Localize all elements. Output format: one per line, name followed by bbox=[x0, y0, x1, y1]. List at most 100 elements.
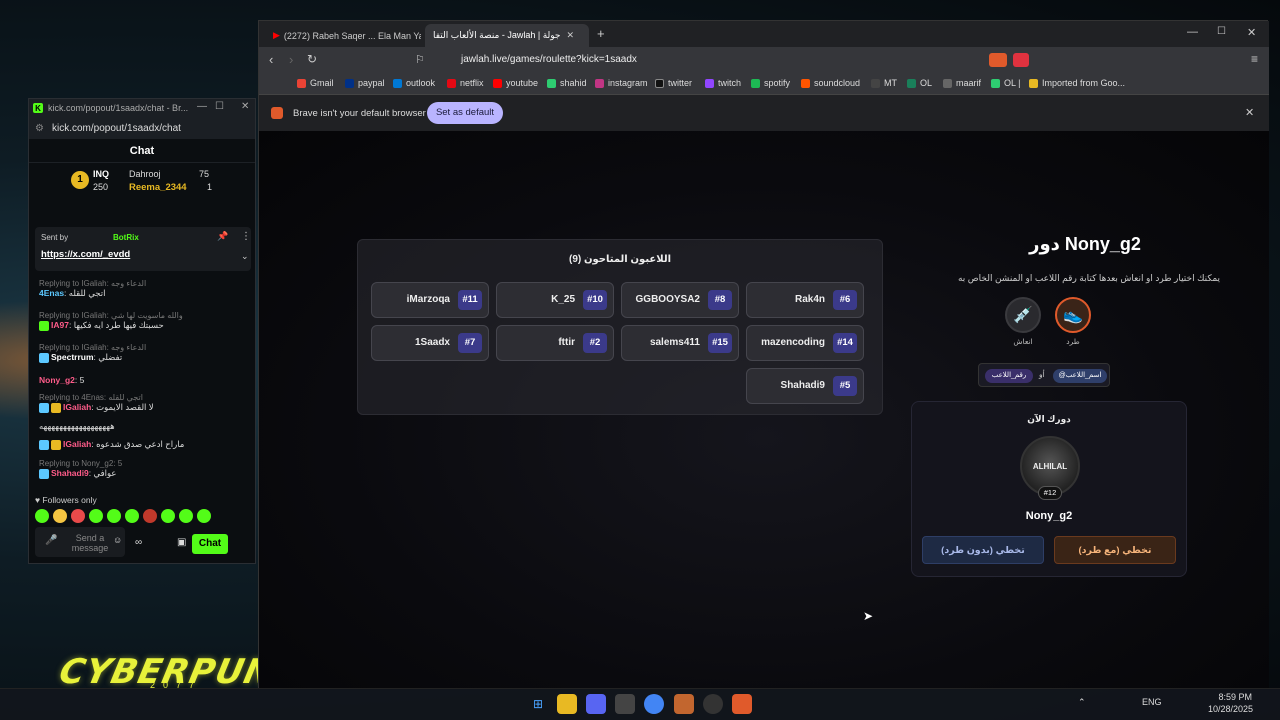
language-indicator[interactable]: ENG bbox=[1142, 697, 1162, 707]
chat-message: Replying to Nony_g2: 5 Shahadi9: عوافي bbox=[39, 459, 123, 479]
maximize-icon[interactable]: ☐ bbox=[1217, 26, 1226, 37]
bookmark-twitter[interactable]: twitter bbox=[655, 78, 692, 88]
emote-icon[interactable] bbox=[53, 509, 67, 523]
leader-first-score: 250 bbox=[93, 182, 109, 192]
infobar-close-icon[interactable]: ✕ bbox=[1245, 106, 1254, 119]
message-user[interactable]: Spectrrum bbox=[51, 352, 94, 362]
bookmark-ol[interactable]: OL bbox=[907, 78, 932, 88]
emote-icon[interactable] bbox=[89, 509, 103, 523]
chat-url[interactable]: kick.com/popout/1saadx/chat bbox=[52, 123, 181, 134]
tab-strip: ▶ (2272) Rabeh Saqer ... Ela Man Ya منصة… bbox=[259, 21, 1269, 47]
back-icon[interactable]: ‹ bbox=[269, 52, 273, 67]
chat-send-button[interactable]: Chat bbox=[192, 534, 228, 554]
message-input[interactable]: 🎤 Send a message ☺ bbox=[35, 527, 125, 557]
terminal-icon[interactable] bbox=[615, 694, 635, 714]
skip-without-kick-button[interactable]: تخطي (بدون طرد) bbox=[922, 536, 1044, 564]
player-card[interactable]: #14 mazencoding bbox=[746, 325, 864, 361]
clock-time[interactable]: 8:59 PM bbox=[1216, 692, 1252, 702]
emote-icon[interactable] bbox=[161, 509, 175, 523]
gift-icon[interactable]: ▣ bbox=[177, 537, 186, 548]
bookmark-mt[interactable]: MT bbox=[871, 78, 897, 88]
player-card[interactable]: #15 salems411 bbox=[621, 325, 739, 361]
player-number: #7 bbox=[458, 333, 482, 353]
chrome-icon[interactable] bbox=[644, 694, 664, 714]
bookmark-maarif[interactable]: maarif bbox=[943, 78, 981, 88]
pinned-link[interactable]: https://x.com/_evdd bbox=[41, 249, 130, 260]
discord-icon[interactable] bbox=[586, 694, 606, 714]
tab-close-icon[interactable]: ✕ bbox=[567, 30, 575, 41]
chevron-down-icon[interactable]: ⌄ bbox=[241, 251, 249, 262]
emoji-icon[interactable]: ☺ bbox=[113, 535, 122, 545]
player-card[interactable]: #8 GGBOOYSA2 bbox=[621, 282, 739, 318]
emote-icon[interactable] bbox=[107, 509, 121, 523]
bookmark-gmail[interactable]: Gmail bbox=[297, 78, 334, 88]
player-card[interactable]: #10 K_25 bbox=[496, 282, 614, 318]
bookmark-ol-2[interactable]: OL | bbox=[991, 78, 1021, 88]
skip-with-kick-button[interactable]: تخطي (مع طرد) bbox=[1054, 536, 1176, 564]
forward-icon[interactable]: › bbox=[289, 52, 293, 67]
pin-icon[interactable]: 📌 bbox=[217, 231, 228, 242]
bookmark-soundcloud[interactable]: soundcloud bbox=[801, 78, 860, 88]
message-user[interactable]: Nony_g2 bbox=[39, 375, 75, 385]
bookmark-spotify[interactable]: spotify bbox=[751, 78, 790, 88]
clock-date[interactable]: 10/28/2025 bbox=[1208, 704, 1253, 714]
followers-only-notice: ♥ Followers only bbox=[35, 495, 97, 505]
emote-icon[interactable] bbox=[125, 509, 139, 523]
bookmark-shahid[interactable]: shahid bbox=[547, 78, 587, 88]
bookmark-icon[interactable]: ⚐ bbox=[415, 53, 425, 66]
app-icon[interactable] bbox=[674, 694, 694, 714]
bookmark-youtube[interactable]: youtube bbox=[493, 78, 538, 88]
bookmark-outlook[interactable]: outlook bbox=[393, 78, 435, 88]
set-as-default-button[interactable]: Set as default bbox=[427, 102, 503, 124]
windows-start-icon[interactable]: ⊞ bbox=[528, 694, 548, 714]
chat-urlbar[interactable]: ⚙ kick.com/popout/1saadx/chat bbox=[29, 117, 255, 139]
more-icon[interactable]: ⋮ bbox=[241, 231, 251, 242]
menu-icon[interactable]: ≡ bbox=[1251, 52, 1258, 66]
emote-icon[interactable] bbox=[71, 509, 85, 523]
minimize-icon[interactable]: — bbox=[197, 101, 207, 112]
emote-icon[interactable] bbox=[197, 509, 211, 523]
bookmark-instagram[interactable]: instagram bbox=[595, 78, 648, 88]
minimize-icon[interactable]: — bbox=[1187, 26, 1198, 38]
kick-icon: K bbox=[33, 103, 43, 113]
address-bar[interactable]: jawlah.live/games/roulette?kick=1saadx bbox=[437, 50, 1037, 70]
tab-label: منصة الألعاب التفا - Jawlah | جولة bbox=[433, 30, 561, 40]
close-icon[interactable]: ✕ bbox=[1247, 26, 1256, 39]
microphone-icon[interactable]: 🎤 bbox=[45, 535, 57, 546]
mention-or: أو bbox=[1039, 370, 1045, 379]
emote-picker-icon[interactable]: ∞ bbox=[135, 537, 142, 548]
kick-action-button[interactable]: 👟 bbox=[1055, 297, 1091, 333]
emote-icon[interactable] bbox=[35, 509, 49, 523]
site-settings-icon[interactable]: ⚙ bbox=[35, 123, 44, 134]
tab-youtube[interactable]: ▶ (2272) Rabeh Saqer ... Ela Man Ya bbox=[265, 24, 421, 47]
bookmark-folder-imported[interactable]: Imported from Goo... bbox=[1029, 78, 1125, 88]
revive-action-button[interactable]: 💉 bbox=[1005, 297, 1041, 333]
message-user[interactable]: IGaliah bbox=[63, 439, 91, 449]
player-card[interactable]: #6 Rak4n bbox=[746, 282, 864, 318]
new-tab-icon[interactable]: + bbox=[597, 26, 605, 41]
brave-taskbar-icon[interactable] bbox=[732, 694, 752, 714]
player-card[interactable]: #5 Shahadi9 bbox=[746, 368, 864, 404]
message-user[interactable]: IGaliah bbox=[63, 402, 91, 412]
emote-icon[interactable] bbox=[179, 509, 193, 523]
reload-icon[interactable]: ↻ bbox=[307, 52, 317, 66]
player-card[interactable]: #7 1Saadx bbox=[371, 325, 489, 361]
message-user[interactable]: IA97 bbox=[51, 320, 69, 330]
emote-bar bbox=[35, 509, 215, 526]
player-card[interactable]: #11 iMarzoqa bbox=[371, 282, 489, 318]
pinned-message[interactable]: Sent by BotRix 📌 ⋮ https://x.com/_evdd ⌄ bbox=[35, 227, 251, 271]
file-explorer-icon[interactable] bbox=[557, 694, 577, 714]
player-card[interactable]: #2 fttir bbox=[496, 325, 614, 361]
bookmark-netflix[interactable]: netflix bbox=[447, 78, 484, 88]
bookmark-paypal[interactable]: paypal bbox=[345, 78, 385, 88]
obs-icon[interactable] bbox=[703, 694, 723, 714]
tab-jawlah[interactable]: منصة الألعاب التفا - Jawlah | جولة ✕ bbox=[425, 24, 589, 47]
message-user[interactable]: 4Enas bbox=[39, 288, 64, 298]
maximize-icon[interactable]: ☐ bbox=[215, 101, 224, 112]
chat-message: Replying to IGaliah: الدعاء وجه Spectrru… bbox=[39, 343, 147, 363]
tray-chevron-icon[interactable]: ⌃ bbox=[1078, 697, 1086, 708]
bookmark-twitch[interactable]: twitch bbox=[705, 78, 741, 88]
message-user[interactable]: Shahadi9 bbox=[51, 468, 89, 478]
close-icon[interactable]: ✕ bbox=[241, 101, 249, 112]
emote-icon[interactable] bbox=[143, 509, 157, 523]
